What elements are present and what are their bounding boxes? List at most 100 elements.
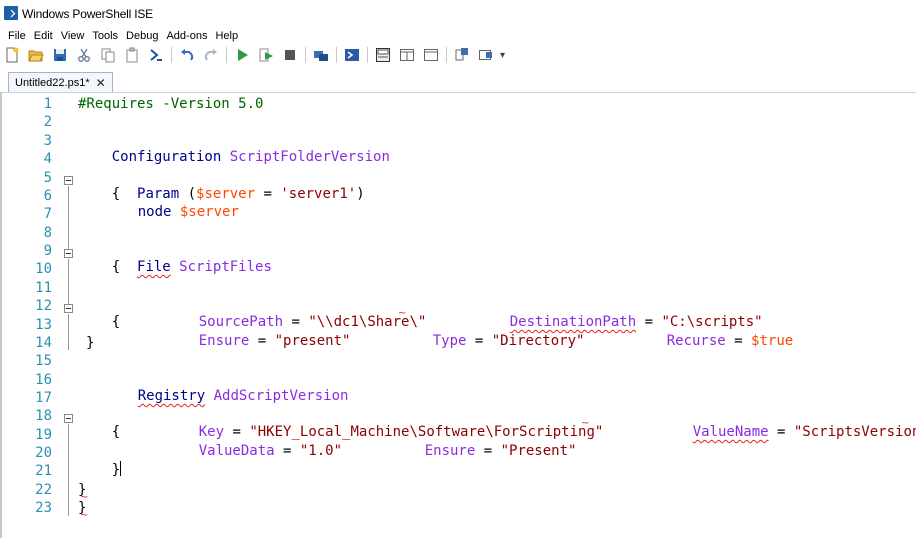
line-number: 15: [35, 353, 52, 369]
menu-add-ons[interactable]: Add-ons: [162, 28, 211, 44]
code-line-12: {: [78, 298, 120, 346]
redo-icon[interactable]: [203, 47, 219, 63]
show-commands-icon[interactable]: [454, 47, 470, 63]
property: ValueName: [692, 424, 769, 440]
show-script-maximized-icon[interactable]: [423, 47, 439, 63]
brace: {: [111, 314, 121, 330]
run-icon[interactable]: [234, 47, 250, 63]
line-number: 20: [35, 445, 52, 461]
operator: =: [466, 333, 492, 349]
line-number: 18: [35, 408, 52, 424]
error-squiggle: ~: [581, 418, 590, 429]
property: Ensure: [424, 443, 476, 459]
toolbar-separator: [171, 47, 172, 63]
toolbar-overflow-icon[interactable]: ▾: [500, 50, 505, 61]
operator: =: [725, 333, 752, 349]
console-icon[interactable]: [148, 47, 164, 63]
operator: =: [475, 443, 501, 459]
new-script-icon[interactable]: [4, 47, 20, 63]
string: 'server1': [280, 186, 357, 202]
collapse-icon[interactable]: [64, 414, 73, 423]
toolbar-separator: [305, 47, 306, 63]
operator: =: [768, 424, 794, 440]
identifier: ScriptFolderVersion: [229, 149, 390, 165]
property: ValueData: [198, 443, 275, 459]
collapse-icon[interactable]: [64, 249, 73, 258]
collapse-icon[interactable]: [64, 176, 73, 185]
menu-view[interactable]: View: [57, 28, 89, 44]
line-number: 3: [43, 133, 52, 149]
fold-guide: [68, 259, 69, 304]
line-number: 22: [35, 482, 52, 498]
copy-icon[interactable]: [100, 47, 116, 63]
keyword: Registry: [137, 388, 206, 404]
line-number: 8: [43, 225, 52, 241]
tab-untitled22[interactable]: Untitled22.ps1* ✕: [8, 72, 113, 92]
line-number: 9: [43, 243, 52, 259]
remote-icon[interactable]: [313, 47, 329, 63]
code-line-1: #Requires -Version 5.0: [78, 96, 264, 112]
open-icon[interactable]: [28, 47, 44, 63]
code-line-19-body-2: Ensure = "Present": [391, 427, 577, 475]
line-number: 11: [35, 280, 52, 296]
line-number: 17: [35, 390, 52, 406]
operator: =: [274, 443, 300, 459]
variable: $server: [179, 204, 239, 220]
script-tab-strip: Untitled22.ps1* ✕: [0, 70, 916, 93]
show-addon-icon[interactable]: [478, 47, 494, 63]
string: "Directory": [491, 333, 585, 349]
fold-guide: [68, 460, 69, 516]
keyword: File: [137, 259, 171, 275]
powershell-icon[interactable]: [344, 47, 360, 63]
show-script-right-icon[interactable]: [399, 47, 415, 63]
code-line-13: Ensure = "present": [165, 317, 351, 365]
menu-debug[interactable]: Debug: [122, 28, 162, 44]
keyword: node: [137, 204, 172, 220]
window-title: Windows PowerShell ISE: [22, 7, 153, 21]
fold-guide: [68, 314, 69, 350]
string: "Present": [500, 443, 577, 459]
stop-icon[interactable]: [282, 47, 298, 63]
brace: }: [111, 462, 121, 478]
property: Recurse: [666, 333, 726, 349]
operator: =: [249, 333, 275, 349]
undo-icon[interactable]: [179, 47, 195, 63]
keyword: Configuration: [111, 149, 222, 165]
string: "1.0": [299, 443, 343, 459]
line-number: 6: [43, 188, 52, 204]
collapse-icon[interactable]: [64, 304, 73, 313]
code-line-13-body-3: Recurse = $true: [633, 317, 793, 365]
punctuation: ): [356, 186, 365, 202]
toolbar-separator: [226, 47, 227, 63]
script-editor[interactable]: 1 2 3 4 5 6 7 8 9 10 11 12 13 14 15 16 17 18 19 20 21 22 23 #R…: [0, 92, 916, 538]
variable: $true: [751, 333, 794, 349]
menu-edit[interactable]: Edit: [30, 28, 57, 44]
menu-tools[interactable]: Tools: [88, 28, 122, 44]
brace: {: [111, 259, 121, 275]
line-number: 12: [35, 298, 52, 314]
code-line-13-body-2: Type = "Directory": [399, 317, 585, 365]
tab-label: Untitled22.ps1*: [15, 76, 90, 89]
line-number: 14: [35, 335, 52, 351]
show-script-top-icon[interactable]: [375, 47, 391, 63]
line-number: 16: [35, 372, 52, 388]
menu-help[interactable]: Help: [211, 28, 242, 44]
code-line-14: }: [86, 335, 95, 351]
fold-guide: [68, 186, 69, 249]
string: "ScriptsVersion": [793, 424, 916, 440]
line-number: 5: [43, 170, 52, 186]
identifier: ScriptFiles: [179, 259, 272, 275]
toolbar-separator: [367, 47, 368, 63]
save-icon[interactable]: [52, 47, 68, 63]
toolbar-separator: [446, 47, 447, 63]
line-number: 1: [43, 96, 52, 112]
cut-icon[interactable]: [76, 47, 92, 63]
menu-file[interactable]: File: [0, 28, 30, 44]
close-icon[interactable]: ✕: [96, 77, 106, 89]
code-line-19: ValueData = "1.0": [165, 427, 342, 475]
run-selection-icon[interactable]: [258, 47, 274, 63]
line-number: 7: [43, 206, 52, 222]
paste-icon[interactable]: [124, 47, 140, 63]
line-number: 19: [35, 427, 52, 443]
powershell-ise-icon: [4, 6, 18, 20]
